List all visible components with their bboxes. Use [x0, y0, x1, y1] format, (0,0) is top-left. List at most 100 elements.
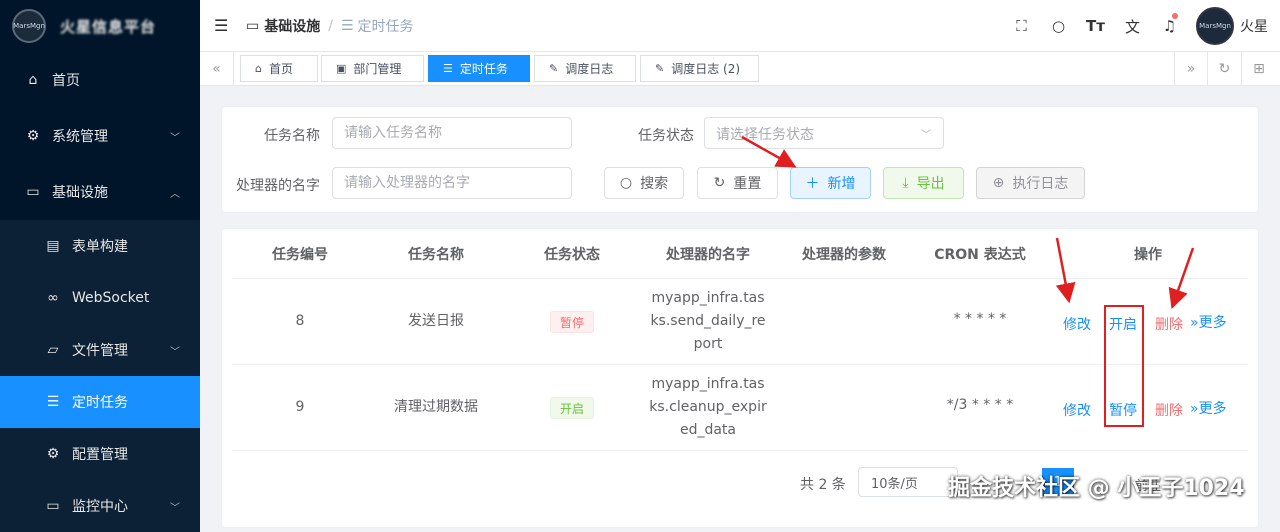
sidebar-item-system[interactable]: ⚙ 系统管理 ﹀: [0, 108, 200, 164]
bell-icon[interactable]: ♫: [1151, 13, 1188, 35]
plus-icon: ＋: [805, 176, 820, 192]
home-icon: ⌂: [255, 62, 262, 75]
more-link[interactable]: »更多: [1190, 398, 1227, 418]
tag-log[interactable]: ✎ 调度日志: [534, 55, 636, 82]
list-icon: ☰: [46, 394, 60, 410]
tag-dept[interactable]: ▣ 部门管理: [321, 55, 424, 82]
hamburger-icon[interactable]: ☰: [214, 16, 234, 35]
chevron-down-icon: ﹀: [921, 130, 931, 141]
cell-name: 发送日报: [408, 313, 464, 329]
handler-line: ks.cleanup_expir: [649, 399, 767, 415]
column-header: 处理器的参数: [802, 247, 886, 263]
column-header: 任务状态: [544, 247, 600, 263]
cell-id: 9: [295, 399, 305, 415]
status-select-placeholder: 请选择任务状态: [716, 127, 814, 143]
sidebar-item-file[interactable]: ▱ 文件管理 ﹀: [0, 324, 200, 376]
job-log-button[interactable]: ⊕ 执行日志: [976, 167, 1085, 199]
reset-button[interactable]: ↻ 重置: [697, 167, 778, 199]
watermark: 掘金技术社区 @ 小王子1024: [948, 476, 1245, 501]
sidebar-item-label: 表单构建: [72, 239, 128, 255]
sidebar-item-home[interactable]: ⌂ 首页: [0, 52, 200, 108]
page-size-label: 10条/页: [871, 476, 918, 492]
translate-icon[interactable]: 文: [1114, 16, 1151, 37]
refresh-icon: ↻: [713, 175, 726, 191]
scroll-right-icon[interactable]: »: [1174, 52, 1208, 85]
folder-icon: ▱: [47, 342, 59, 358]
list-icon: ☰: [443, 62, 453, 75]
delete-link[interactable]: 删除: [1155, 400, 1183, 420]
font-size-icon[interactable]: Tт: [1077, 17, 1114, 35]
more-link[interactable]: »更多: [1190, 312, 1227, 332]
scroll-left-icon[interactable]: «: [200, 52, 234, 85]
handler-line: myapp_infra.tas: [651, 290, 765, 306]
export-button-label: 导出: [916, 176, 945, 192]
sidebar-item-config[interactable]: ⚙ 配置管理: [0, 428, 200, 480]
chevron-down-icon: ﹀: [170, 502, 180, 514]
sidebar-item-form-builder[interactable]: ▤ 表单构建: [0, 220, 200, 272]
handler-line: myapp_infra.tas: [651, 376, 765, 392]
tag-log-2[interactable]: ✎ 调度日志 (2): [640, 55, 759, 82]
search-icon[interactable]: ○: [1040, 17, 1077, 35]
grid-icon[interactable]: ⊞: [1242, 52, 1276, 85]
search-card: 任务名称 任务状态 请选择任务状态 ﹀ 处理器的名字 ○ 搜索 ↻ 重置 ＋ 新增 ⤓…: [221, 106, 1259, 213]
sidebar-item-infra[interactable]: ▭ 基础设施 ︿: [0, 164, 200, 220]
double-chevron-icon: »: [1190, 401, 1199, 417]
sidebar-item-job[interactable]: ☰ 定时任务: [0, 376, 200, 428]
notification-dot: [1172, 13, 1178, 19]
sidebar-item-label: 系统管理: [52, 129, 108, 145]
edit-link[interactable]: 修改: [1063, 314, 1091, 334]
handler-line: port: [693, 336, 723, 352]
search-button[interactable]: ○ 搜索: [604, 167, 684, 199]
sidebar-item-monitor[interactable]: ▭ 监控中心 ﹀: [0, 480, 200, 532]
status-label: 任务状态: [638, 128, 694, 144]
handler-label: 处理器的名字: [236, 178, 320, 194]
cell-handler: myapp_infra.tas ks.send_daily_re port: [634, 287, 782, 356]
refresh-icon[interactable]: ↻: [1208, 52, 1242, 85]
tag-home[interactable]: ⌂ 首页: [240, 55, 318, 82]
cell-name: 清理过期数据: [394, 399, 478, 415]
status-badge: 开启: [550, 397, 594, 419]
sidebar-item-label: 首页: [52, 73, 80, 89]
breadcrumb-item[interactable]: 基础设施: [264, 16, 320, 36]
handler-input[interactable]: [332, 167, 572, 199]
add-button-label: 新增: [827, 176, 856, 192]
status-select[interactable]: 请选择任务状态 ﹀: [704, 117, 944, 149]
brand: MarsMgn 火星信息平台: [0, 0, 200, 52]
download-icon: ⤓: [902, 175, 909, 191]
page-size-select[interactable]: 10条/页: [858, 467, 958, 497]
table-divider: [232, 278, 1248, 279]
logo: MarsMgn: [12, 9, 46, 43]
annotation-box: [1104, 305, 1144, 427]
tag-job[interactable]: ☰ 定时任务: [428, 55, 530, 82]
table-divider: [232, 364, 1248, 365]
fullscreen-icon[interactable]: ⛶: [1003, 17, 1040, 35]
sidebar-item-websocket[interactable]: ∞ WebSocket: [0, 272, 200, 324]
double-chevron-icon: »: [1190, 315, 1199, 331]
sidebar-item-label: WebSocket: [72, 290, 150, 306]
tag-label: 部门管理: [353, 62, 402, 76]
sidebar-item-label: 文件管理: [72, 343, 128, 359]
job-log-button-label: 执行日志: [1012, 176, 1069, 192]
id-card-icon: ▣: [336, 62, 347, 75]
handler-line: ed_data: [679, 422, 737, 438]
delete-link[interactable]: 删除: [1155, 314, 1183, 334]
search-button-label: 搜索: [640, 176, 669, 192]
name-input[interactable]: [332, 117, 572, 149]
avatar[interactable]: MarsMgn: [1196, 7, 1234, 45]
user-name[interactable]: 火星: [1240, 16, 1268, 36]
add-button[interactable]: ＋ 新增: [790, 167, 871, 199]
export-button[interactable]: ⤓ 导出: [883, 167, 964, 199]
search-icon: ○: [619, 175, 633, 191]
header-actions: ⛶ ○ Tт 文 ♫ MarsMgn 火星: [1003, 0, 1280, 52]
link-icon: ∞: [47, 290, 59, 306]
sidebar-item-label: 监控中心: [72, 499, 128, 515]
list-icon: ☰: [340, 17, 354, 34]
chevron-down-icon: ﹀: [170, 346, 180, 358]
edit-link[interactable]: 修改: [1063, 400, 1091, 420]
breadcrumb-item: 定时任务: [357, 18, 414, 35]
column-header: 任务编号: [272, 247, 328, 263]
home-icon: ⌂: [28, 72, 38, 88]
tag-label: 定时任务: [459, 62, 508, 76]
sidebar-item-label: 配置管理: [72, 447, 128, 463]
pager-total: 共 2 条: [800, 477, 846, 493]
